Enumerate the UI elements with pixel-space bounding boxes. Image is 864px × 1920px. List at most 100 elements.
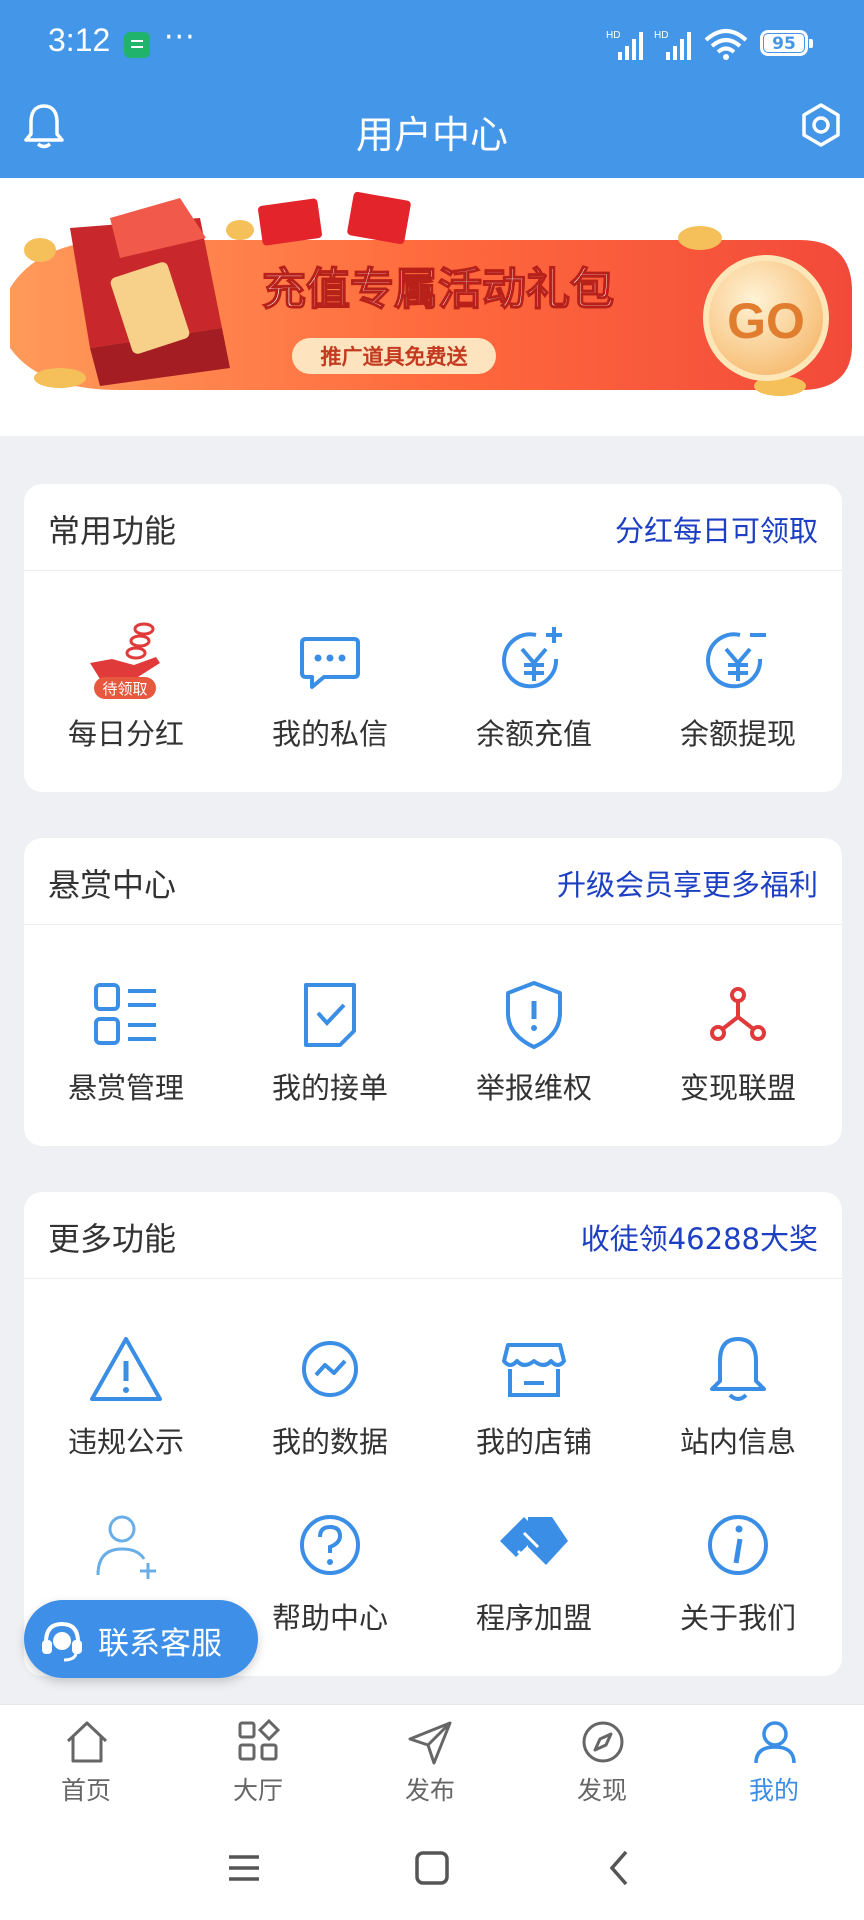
grid-item-label: 举报维权 bbox=[475, 1071, 592, 1105]
grid-item-about-us[interactable]: 关于我们 bbox=[636, 1475, 840, 1645]
chat-bubble-icon bbox=[300, 637, 360, 689]
more-notifications-icon: ··· bbox=[164, 20, 196, 55]
battery-level: 95 bbox=[764, 34, 804, 54]
info-icon bbox=[708, 1515, 768, 1575]
battery-icon: 95 bbox=[760, 30, 813, 56]
grid-item-label: 站内信息 bbox=[679, 1425, 796, 1459]
tab-label: 发布 bbox=[404, 1776, 455, 1805]
home-square-icon[interactable] bbox=[412, 1848, 452, 1888]
grid-item-help-center[interactable]: 帮助中心 bbox=[228, 1475, 432, 1645]
grid-item-label: 帮助中心 bbox=[271, 1601, 388, 1635]
back-icon[interactable] bbox=[604, 1848, 634, 1888]
app-header: 3:12 ··· HD HD 95 用户中心 bbox=[0, 0, 864, 178]
status-time: 3:12 bbox=[48, 22, 111, 58]
shield-icon bbox=[506, 981, 562, 1049]
svg-text:HD: HD bbox=[606, 30, 620, 41]
tab-discover[interactable]: 发现 bbox=[516, 1705, 688, 1823]
signal-icon-2: HD bbox=[654, 30, 691, 60]
grid-item-my-orders[interactable]: 我的接单 bbox=[228, 945, 432, 1115]
add-user-icon bbox=[96, 1515, 156, 1579]
coin-icon bbox=[678, 226, 722, 250]
dividend-badge: 待领取 bbox=[102, 680, 147, 698]
red-envelope-icon bbox=[347, 191, 411, 245]
function-grid: 待领取 每日分红 我的私信 余额充值 余额提现 bbox=[24, 571, 842, 793]
grid-item-label: 关于我们 bbox=[679, 1601, 796, 1635]
compass-icon bbox=[582, 1721, 624, 1763]
section-header: 悬赏中心 升级会员享更多福利 bbox=[24, 838, 842, 925]
grid-item-label: 我的店铺 bbox=[475, 1425, 592, 1459]
network-icon bbox=[710, 987, 766, 1041]
section-common-functions: 常用功能 分红每日可领取 待领取 每日分红 我的私信 余额充值 余额提现 bbox=[24, 484, 842, 792]
coin-icon bbox=[34, 368, 86, 388]
yen-minus-icon bbox=[706, 632, 766, 689]
tab-mine[interactable]: 我的 bbox=[688, 1705, 860, 1823]
tab-label: 发现 bbox=[576, 1776, 627, 1805]
apps-icon bbox=[238, 1718, 281, 1761]
red-envelope-icon bbox=[258, 198, 322, 246]
section-title: 常用功能 bbox=[48, 512, 177, 550]
home-icon bbox=[66, 1721, 108, 1763]
tab-label: 首页 bbox=[60, 1776, 111, 1805]
section-link[interactable]: 分红每日可领取 bbox=[615, 508, 818, 550]
hand-coins-icon: 待领取 bbox=[90, 622, 160, 699]
tab-publish[interactable]: 发布 bbox=[344, 1705, 516, 1823]
contact-service-label: 联系客服 bbox=[98, 1626, 222, 1662]
user-icon bbox=[754, 1721, 796, 1764]
check-doc-icon bbox=[304, 983, 356, 1047]
bell-icon bbox=[710, 1337, 766, 1401]
section-header: 更多功能 收徒领46288大奖 bbox=[24, 1192, 842, 1279]
wifi-icon bbox=[704, 29, 748, 60]
headset-icon bbox=[42, 1621, 82, 1662]
tab-hall[interactable]: 大厅 bbox=[172, 1705, 344, 1823]
grid-item-label: 余额充值 bbox=[475, 717, 592, 751]
section-link[interactable]: 收徒领46288大奖 bbox=[581, 1216, 818, 1258]
warning-icon bbox=[90, 1337, 162, 1401]
grid-item-monetize-alliance[interactable]: 变现联盟 bbox=[636, 945, 840, 1115]
menu-icon[interactable] bbox=[226, 1850, 262, 1886]
grid-item-report-rights[interactable]: 举报维权 bbox=[432, 945, 636, 1115]
grid-item-label: 我的接单 bbox=[271, 1071, 388, 1105]
contact-service-button[interactable]: 联系客服 bbox=[24, 1600, 258, 1678]
grid-item-my-store[interactable]: 我的店铺 bbox=[432, 1299, 636, 1469]
grid-item-label: 悬赏管理 bbox=[67, 1071, 184, 1105]
grid-item-label: 程序加盟 bbox=[475, 1601, 592, 1635]
coin-icon bbox=[24, 238, 56, 262]
banner-subline: 推广道具免费送 bbox=[321, 345, 469, 369]
grid-item-balance-withdraw[interactable]: 余额提现 bbox=[636, 591, 840, 761]
grid-item-label: 变现联盟 bbox=[679, 1071, 796, 1105]
banner-headline: 充值专属活动礼包 bbox=[262, 264, 614, 315]
section-bounty-center: 悬赏中心 升级会员享更多福利 悬赏管理 我的接单 举报维权 变现联盟 bbox=[24, 838, 842, 1146]
promo-banner-area: 充值专属活动礼包 推广道具免费送 GO bbox=[0, 178, 864, 436]
section-link[interactable]: 升级会员享更多福利 bbox=[557, 862, 818, 904]
send-icon bbox=[408, 1721, 452, 1765]
grid-item-label: 每日分红 bbox=[67, 717, 184, 751]
store-icon bbox=[502, 1343, 566, 1397]
grid-item-violations[interactable]: 违规公示 bbox=[24, 1299, 228, 1469]
section-title: 更多功能 bbox=[48, 1220, 177, 1258]
tab-label: 大厅 bbox=[232, 1776, 283, 1805]
bottom-nav: 首页 大厅 发布 发现 我的 bbox=[0, 1704, 864, 1823]
chart-circle-icon bbox=[302, 1341, 358, 1397]
promo-banner[interactable]: 充值专属活动礼包 推广道具免费送 GO bbox=[0, 178, 864, 436]
tab-label: 我的 bbox=[748, 1776, 799, 1805]
settings-gear-icon[interactable] bbox=[798, 102, 844, 148]
tab-home[interactable]: 首页 bbox=[0, 1705, 172, 1823]
svg-text:HD: HD bbox=[654, 30, 668, 41]
grid-item-label: 违规公示 bbox=[67, 1425, 184, 1459]
grid-item-label: 余额提现 bbox=[679, 717, 796, 751]
section-title: 悬赏中心 bbox=[48, 866, 177, 904]
grid-item-program-join[interactable]: 程序加盟 bbox=[432, 1475, 636, 1645]
message-app-icon bbox=[124, 32, 150, 58]
page-title: 用户中心 bbox=[355, 113, 508, 157]
signal-icon: HD bbox=[606, 30, 643, 60]
handshake-icon bbox=[500, 1517, 568, 1572]
help-icon bbox=[300, 1515, 360, 1575]
grid-item-balance-recharge[interactable]: 余额充值 bbox=[432, 591, 636, 761]
grid-item-daily-dividend[interactable]: 待领取 每日分红 bbox=[24, 591, 228, 761]
banner-go-label: GO bbox=[727, 293, 805, 349]
grid-item-bounty-management[interactable]: 悬赏管理 bbox=[24, 945, 228, 1115]
grid-item-my-data[interactable]: 我的数据 bbox=[228, 1299, 432, 1469]
grid-item-private-messages[interactable]: 我的私信 bbox=[228, 591, 432, 761]
section-header: 常用功能 分红每日可领取 bbox=[24, 484, 842, 571]
grid-item-site-messages[interactable]: 站内信息 bbox=[636, 1299, 840, 1469]
